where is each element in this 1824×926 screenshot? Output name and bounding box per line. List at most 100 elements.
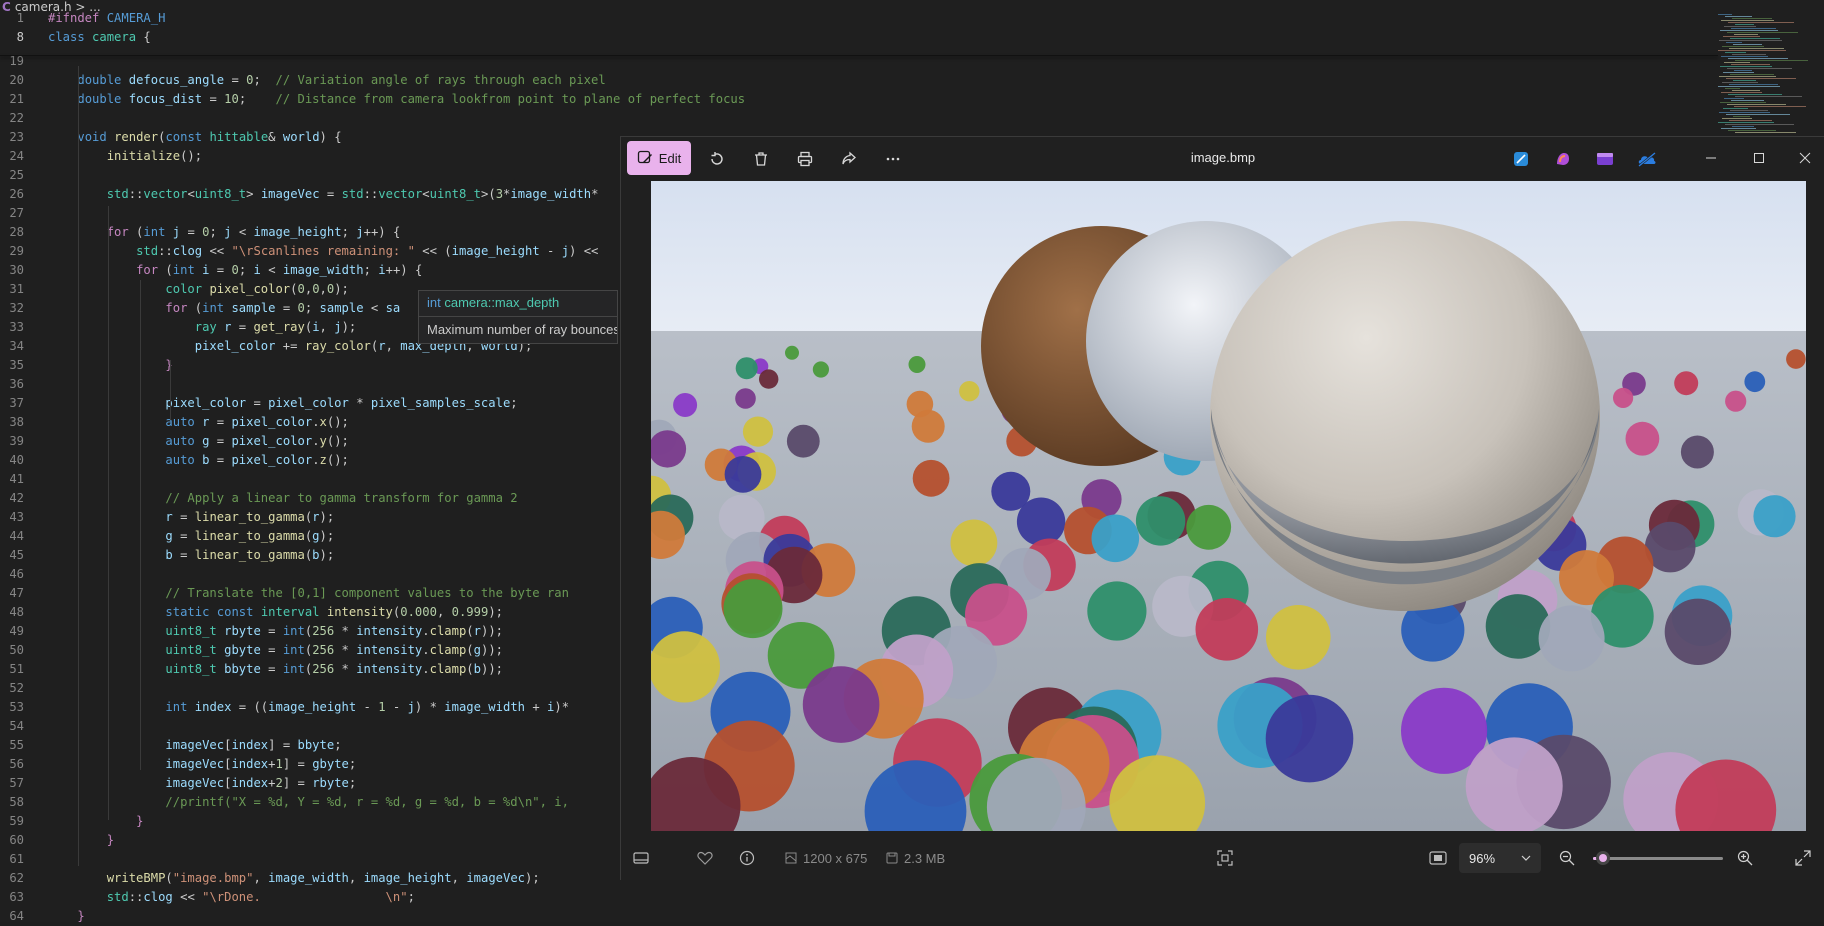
code-line[interactable]: } [48,356,172,375]
code-line[interactable]: writeBMP("image.bmp", image_width, image… [48,869,540,888]
code-line[interactable]: // Apply a linear to gamma transform for… [48,489,517,508]
code-line[interactable]: std::vector<uint8_t> imageVec = std::vec… [48,185,599,204]
code-line[interactable]: } [48,831,114,850]
indent-guide [108,206,109,820]
code-line[interactable]: g = linear_to_gamma(g); [48,527,334,546]
code-line[interactable]: } [48,812,143,831]
code-line[interactable]: static const interval intensity(0.000, 0… [48,603,503,622]
small-sphere [742,416,774,447]
line-number: 28 [9,225,24,239]
minimap-line [1719,112,1770,113]
minimap[interactable] [1718,14,1818,144]
clipchamp-icon [1597,153,1613,165]
dimensions-text: 1200 x 675 [803,850,868,866]
minimap-line [1724,62,1750,63]
code-line[interactable]: pixel_color = pixel_color * pixel_sample… [48,394,517,413]
zoom-out-button[interactable] [1559,847,1575,869]
zoom-dropdown[interactable]: 96% [1459,843,1541,873]
minimize-button[interactable] [1691,143,1731,173]
maximize-icon [1754,153,1764,163]
breadcrumb[interactable]: Ccamera.h > ... [0,0,1824,17]
minimap-line [1735,24,1754,25]
image-viewer[interactable] [651,181,1806,831]
code-line[interactable]: double focus_dist = 10; // Distance from… [48,90,745,109]
minimap-line [1735,132,1796,133]
code-line[interactable]: int index = ((image_height - 1 - j) * im… [48,698,569,717]
copilot-button[interactable] [1547,143,1579,175]
code-line[interactable]: auto r = pixel_color.x(); [48,413,348,432]
fit-button[interactable] [1429,847,1447,869]
code-line[interactable]: } [48,907,84,926]
line-number: 34 [9,339,24,353]
code-line[interactable]: initialize(); [48,147,202,166]
code-line[interactable]: ray r = get_ray(i, j); [48,318,357,337]
line-number: 25 [9,168,24,182]
code-line[interactable]: imageVec[index+2] = rbyte; [48,774,356,793]
line-number: 43 [9,510,24,524]
minimap-line [1718,14,1732,15]
minimap-line [1732,126,1754,127]
code-line[interactable]: double defocus_angle = 0; // Variation a… [48,71,605,90]
maximize-button[interactable] [1739,143,1779,173]
line-number: 23 [9,130,24,144]
onedrive-button[interactable] [1631,143,1663,175]
minimap-line [1734,70,1752,71]
bottom-bar[interactable]: 1200 x 675 2.3 MB 96% [621,837,1824,879]
favorite-button[interactable] [697,847,713,869]
small-sphere [1087,581,1147,641]
code-line[interactable]: for (int j = 0; j < image_height; j++) { [48,223,401,242]
zoom-out-icon [1559,850,1575,866]
small-sphere [959,381,980,402]
code-line[interactable]: r = linear_to_gamma(r); [48,508,334,527]
line-number: 29 [9,244,24,258]
zoom-in-button[interactable] [1737,847,1753,869]
code-line[interactable]: color pixel_color(0,0,0); [48,280,349,299]
line-number: 8 [16,30,24,44]
zoom-in-icon [1737,850,1753,866]
code-line[interactable]: auto g = pixel_color.y(); [48,432,348,451]
line-number: 49 [9,624,24,638]
code-line[interactable]: uint8_t bbyte = int(256 * intensity.clam… [48,660,503,679]
minimap-line [1721,56,1768,57]
close-button[interactable] [1785,143,1824,173]
code-line[interactable]: class camera { [48,28,151,47]
title-bar[interactable]: Edit image.bmp [621,137,1824,179]
clipchamp-button[interactable] [1589,143,1621,175]
code-line[interactable]: auto b = pixel_color.z(); [48,451,348,470]
code-line[interactable]: for (int i = 0; i < image_width; i++) { [48,261,422,280]
visual-search-button[interactable] [1505,143,1537,175]
code-line[interactable]: imageVec[index] = bbyte; [48,736,341,755]
code-line[interactable]: std::clog << "\rScanlines remaining: " <… [48,242,598,261]
minimap-line [1721,20,1774,21]
photos-window[interactable]: Edit image.bmp 1200 x 675 2.3 MB 96% [620,136,1824,880]
designer-icon [1514,152,1528,166]
code-line[interactable]: // Translate the [0,1] component values … [48,584,569,603]
minimap-line [1733,116,1750,117]
code-line[interactable]: uint8_t rbyte = int(256 * intensity.clam… [48,622,503,641]
code-line[interactable]: #ifndef CAMERA_H [48,9,165,28]
filmstrip-button[interactable] [633,847,649,869]
line-number: 31 [9,282,24,296]
copilot-icon [1557,153,1569,165]
code-line[interactable]: void render(const hittable& world) { [48,128,341,147]
code-line[interactable]: b = linear_to_gamma(b); [48,546,334,565]
fullscreen-button[interactable] [1795,847,1811,869]
code-line[interactable]: imageVec[index+1] = gbyte; [48,755,356,774]
line-number: 45 [9,548,24,562]
zoom-slider[interactable] [1593,847,1723,869]
code-line[interactable]: std::clog << "\rDone. \n"; [48,888,415,907]
code-line[interactable]: //printf("X = %d, Y = %d, r = %d, g = %d… [48,793,569,812]
line-number: 59 [9,814,24,828]
info-button[interactable] [739,847,755,869]
minimap-line [1731,64,1770,65]
line-number: 47 [9,586,24,600]
code-line[interactable]: uint8_t gbyte = int(256 * intensity.clam… [48,641,503,660]
code-line[interactable]: for (int sample = 0; sample < sa [48,299,400,318]
minimap-line [1734,34,1758,35]
minimap-line [1735,60,1808,61]
file-size: 2.3 MB [886,847,945,869]
line-number: 61 [9,852,24,866]
small-sphere [1744,371,1766,393]
zoom-slider-thumb[interactable] [1596,850,1611,865]
scan-button[interactable] [1217,847,1233,869]
